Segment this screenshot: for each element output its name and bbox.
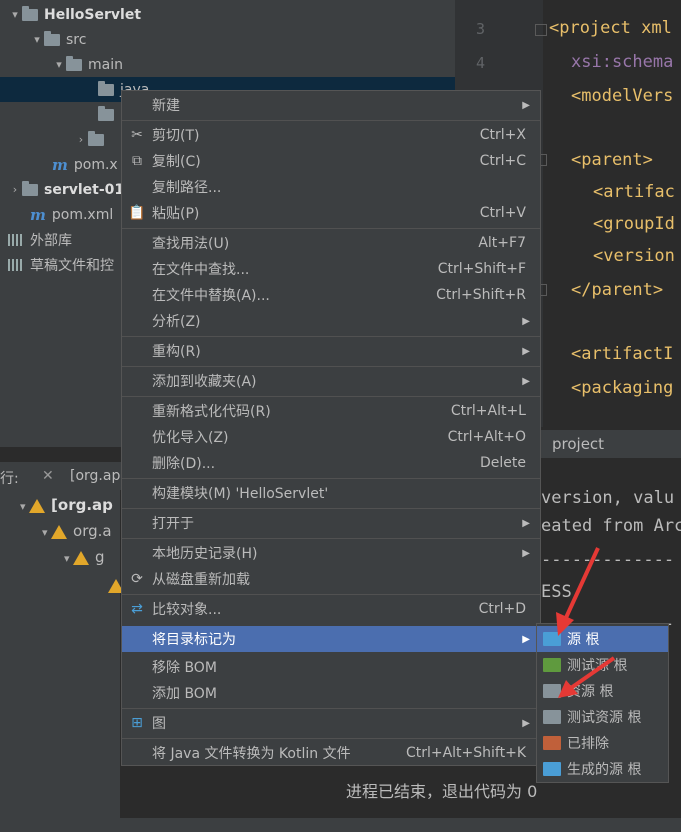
code-line: <artifactI xyxy=(571,344,674,364)
tab-project[interactable]: project xyxy=(541,430,681,458)
run-tree-item[interactable]: ▾ [org.ap xyxy=(20,496,113,514)
menu-item-build-module[interactable]: 构建模块(M) 'HelloServlet' xyxy=(122,480,540,506)
code-line: <groupId xyxy=(593,214,675,234)
menu-item-add-to-favorites[interactable]: 添加到收藏夹(A) ▶ xyxy=(122,368,540,394)
folder-icon xyxy=(98,105,114,121)
submenu-arrow-icon: ▶ xyxy=(522,315,530,327)
submenu-arrow-icon: ▶ xyxy=(522,345,530,357)
menu-item-replace-in-files[interactable]: 在文件中替换(A)... Ctrl+Shift+R xyxy=(122,282,540,308)
menu-item-convert-to-kotlin[interactable]: 将 Java 文件转换为 Kotlin 文件 Ctrl+Alt+Shift+K xyxy=(122,740,540,766)
menu-item-mark-directory-as[interactable]: 将目录标记为 ▶ xyxy=(122,626,540,652)
run-tab[interactable]: [org.ap xyxy=(70,468,120,484)
menu-item-reformat-code[interactable]: 重新格式化代码(R) Ctrl+Alt+L xyxy=(122,398,540,424)
submenu-arrow-icon: ▶ xyxy=(522,633,530,645)
menu-item-analyze[interactable]: 分析(Z) ▶ xyxy=(122,308,540,334)
warning-icon xyxy=(73,550,90,565)
fold-marker-icon[interactable] xyxy=(535,24,547,36)
submenu-arrow-icon: ▶ xyxy=(522,547,530,559)
annotation-arrow-icon xyxy=(556,547,616,698)
menu-item-diagrams[interactable]: ⊞ 图 ▶ xyxy=(122,710,540,736)
reload-icon: ⟳ xyxy=(131,571,143,587)
menu-item-find-usages[interactable]: 查找用法(U) Alt+F7 xyxy=(122,230,540,256)
menu-item-refactor[interactable]: 重构(R) ▶ xyxy=(122,338,540,364)
code-line: <modelVers xyxy=(571,86,674,106)
console-exit-line: 进程已结束，退出代码为 0 xyxy=(346,782,538,801)
run-tree-item[interactable]: ▾ org.a xyxy=(42,522,112,540)
bottom-toolbar xyxy=(0,818,681,832)
chevron-down-icon[interactable]: ▾ xyxy=(30,33,44,46)
chevron-down-icon[interactable]: ▾ xyxy=(8,8,22,21)
tree-item-main[interactable]: ▾ main xyxy=(52,52,507,77)
menu-item-open-in[interactable]: 打开于 ▶ xyxy=(122,510,540,536)
line-number: 3 xyxy=(475,20,485,38)
scratch-icon xyxy=(8,258,24,271)
excluded-icon xyxy=(543,736,561,750)
warning-icon xyxy=(51,524,68,539)
close-icon[interactable]: ✕ xyxy=(42,468,54,484)
submenu-arrow-icon: ▶ xyxy=(522,99,530,111)
scissors-icon: ✂ xyxy=(131,127,143,143)
generated-sources-root-icon xyxy=(543,762,561,776)
tree-item-src[interactable]: ▾ src xyxy=(30,27,485,52)
folder-icon xyxy=(88,130,104,146)
submenu-arrow-icon: ▶ xyxy=(522,717,530,729)
chevron-right-icon[interactable]: › xyxy=(74,133,88,146)
run-label: 行: xyxy=(0,471,19,487)
menu-item-copy-path[interactable]: 复制路径... xyxy=(122,174,540,200)
maven-icon: m xyxy=(52,155,68,174)
folder-icon xyxy=(98,80,114,96)
code-line: xsi:schema xyxy=(571,52,674,72)
code-line: </parent> xyxy=(571,280,664,300)
module-folder-icon xyxy=(22,180,38,196)
menu-item-remove-bom[interactable]: 移除 BOM xyxy=(122,654,540,680)
menu-item-optimize-imports[interactable]: 优化导入(Z) Ctrl+Alt+O xyxy=(122,424,540,450)
submenu-item-excluded[interactable]: 已排除 xyxy=(537,730,668,756)
console-line: eated from Arc xyxy=(541,516,681,536)
code-line: <parent> xyxy=(571,150,653,170)
menu-item-local-history[interactable]: 本地历史记录(H) ▶ xyxy=(122,540,540,566)
menu-item-reload-from-disk[interactable]: ⟳ 从磁盘重新加载 xyxy=(122,566,540,592)
menu-item-cut[interactable]: ✂ 剪切(T) Ctrl+X xyxy=(122,122,540,148)
menu-item-copy[interactable]: ⧉ 复制(C) Ctrl+C xyxy=(122,148,540,174)
tree-item-helloservlet[interactable]: ▾ HelloServlet xyxy=(8,2,463,27)
compare-icon: ⇄ xyxy=(131,601,143,617)
folder-icon xyxy=(66,55,82,71)
run-tree: ▾ [org.ap ▾ org.a ▾ g xyxy=(0,490,124,832)
menu-item-compare-with[interactable]: ⇄ 比较对象... Ctrl+D xyxy=(122,596,540,622)
code-line: <artifac xyxy=(593,182,675,202)
ide-window: ▾ HelloServlet ▾ src ▾ main java › m xyxy=(0,0,681,832)
warning-icon xyxy=(29,498,46,513)
menu-item-delete[interactable]: 删除(D)... Delete xyxy=(122,450,540,476)
paste-icon: 📋 xyxy=(128,205,146,221)
diagram-icon: ⊞ xyxy=(131,715,143,731)
menu-item-find-in-files[interactable]: 在文件中查找... Ctrl+Shift+F xyxy=(122,256,540,282)
chevron-down-icon[interactable]: ▾ xyxy=(52,58,66,71)
menu-item-paste[interactable]: 📋 粘贴(P) Ctrl+V xyxy=(122,200,540,226)
module-folder-icon xyxy=(22,5,38,21)
folder-icon xyxy=(44,30,60,46)
menu-item-new[interactable]: 新建 ▶ xyxy=(122,92,540,118)
maven-icon: m xyxy=(30,205,46,224)
submenu-arrow-icon: ▶ xyxy=(522,375,530,387)
submenu-arrow-icon: ▶ xyxy=(522,517,530,529)
code-line: <project xml xyxy=(549,18,672,38)
run-tree-item[interactable]: ▾ g xyxy=(64,548,105,566)
copy-icon: ⧉ xyxy=(132,153,142,169)
library-icon xyxy=(8,233,24,246)
submenu-item-generated-sources-root[interactable]: 生成的源 根 xyxy=(537,756,668,782)
chevron-right-icon[interactable]: › xyxy=(8,183,22,196)
console-line: version, valu xyxy=(541,488,675,508)
menu-item-add-bom[interactable]: 添加 BOM xyxy=(122,680,540,706)
test-resources-root-icon xyxy=(543,710,561,724)
context-menu: 新建 ▶ ✂ 剪切(T) Ctrl+X ⧉ 复制(C) Ctrl+C 复制路径... … xyxy=(121,90,541,766)
code-line: <packaging xyxy=(571,378,674,398)
code-line: <version xyxy=(593,246,675,266)
line-number: 4 xyxy=(475,54,485,72)
